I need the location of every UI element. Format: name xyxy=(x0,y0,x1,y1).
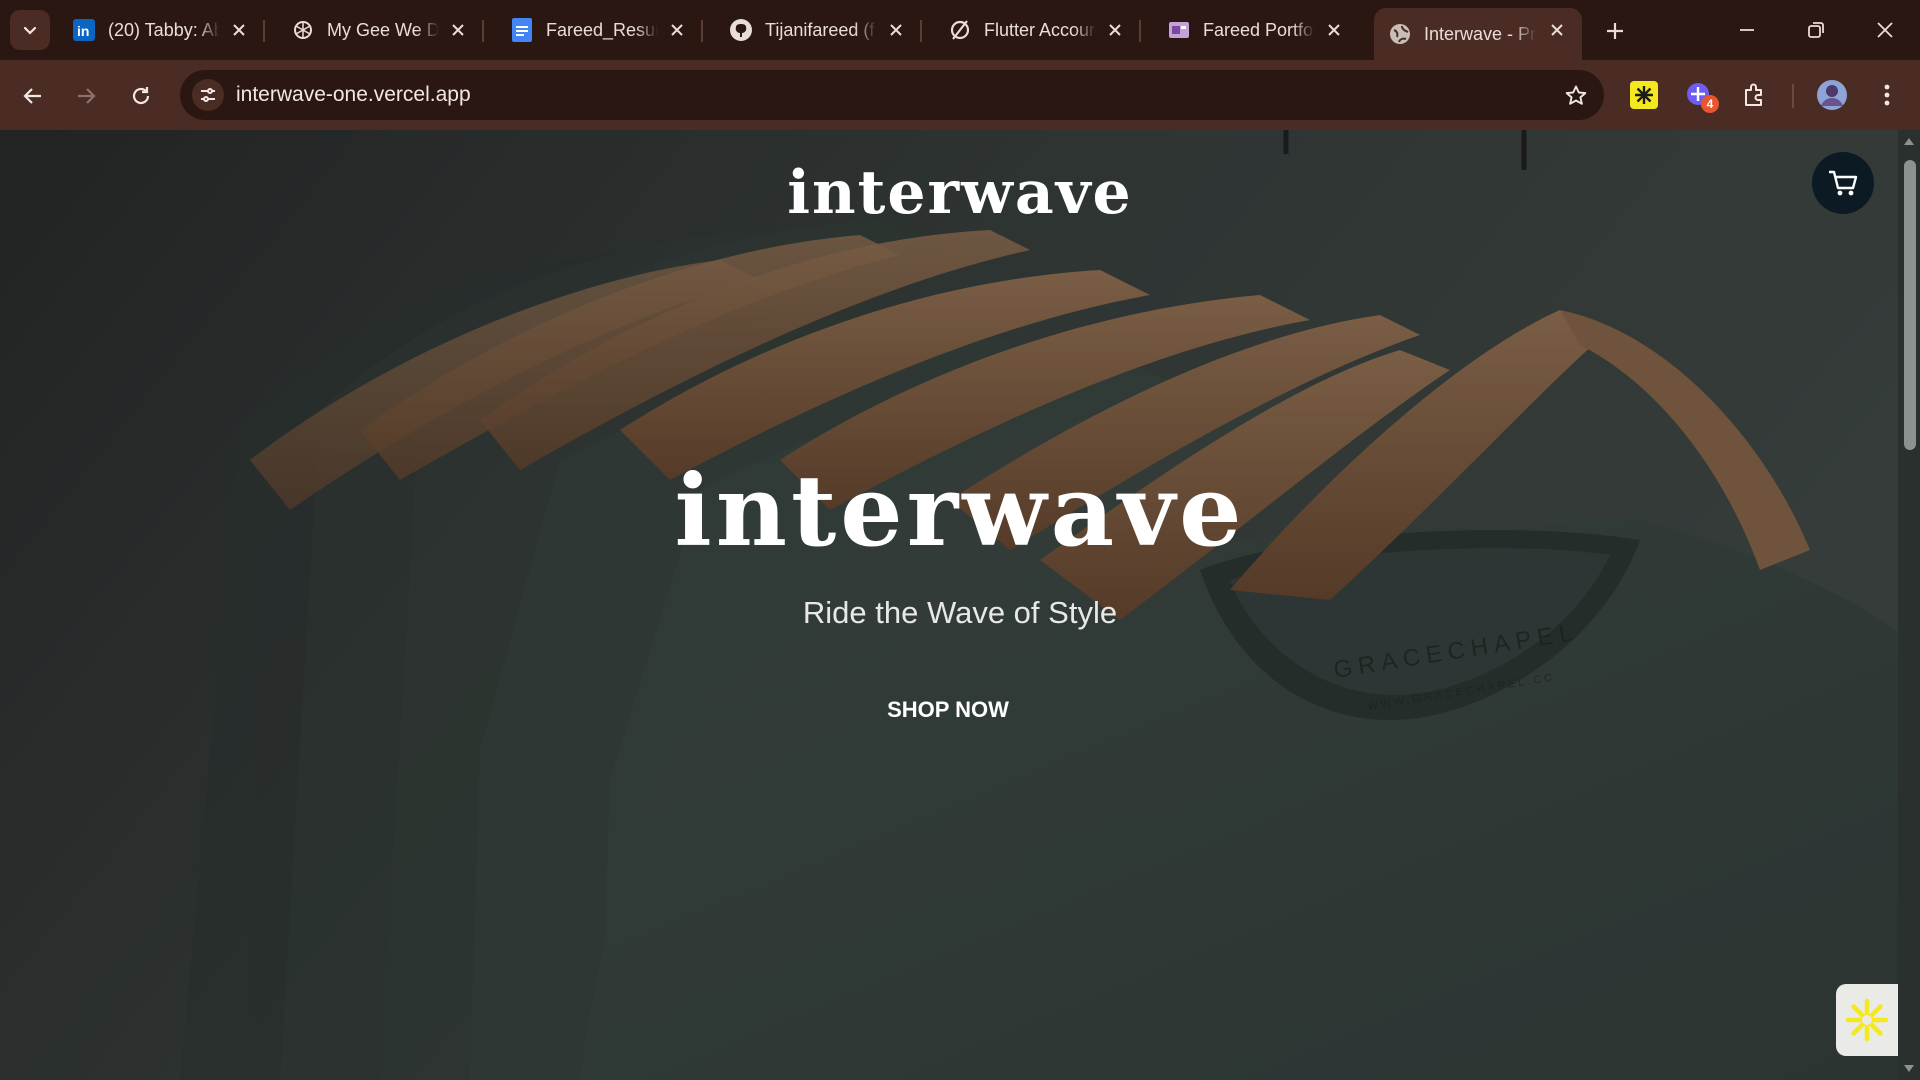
close-tab-icon[interactable] xyxy=(447,19,469,41)
close-tab-icon[interactable] xyxy=(1323,19,1345,41)
tab-docs[interactable]: Fareed_Resum xyxy=(496,8,703,52)
close-icon xyxy=(1877,22,1893,38)
tab-chatgpt[interactable]: My Gee We Do xyxy=(277,8,484,52)
new-tab-button[interactable] xyxy=(1598,14,1632,48)
hero-subtitle: Ride the Wave of Style xyxy=(802,595,1118,630)
extensions-button[interactable] xyxy=(1737,78,1771,112)
chevron-down-icon xyxy=(23,26,37,35)
puzzle-icon xyxy=(1745,83,1762,106)
bookmark-star-icon[interactable] xyxy=(1562,82,1590,110)
tab-title: Tijanifareed (f xyxy=(765,19,875,40)
sparkle-icon xyxy=(1845,998,1889,1042)
tab-title: Interwave - Pr xyxy=(1424,23,1536,44)
tab-title: My Gee We Do xyxy=(327,19,439,40)
tab-separator xyxy=(1139,20,1141,42)
portfolio-icon xyxy=(1167,18,1191,42)
svg-text:in: in xyxy=(77,23,89,39)
scroll-up-icon[interactable] xyxy=(1903,136,1915,146)
forward-button[interactable] xyxy=(68,78,104,114)
page-scrollbar[interactable] xyxy=(1898,130,1920,1080)
shop-now-button[interactable]: SHOP NOW xyxy=(868,688,1028,732)
toolbar-separator xyxy=(1792,84,1794,108)
restore-icon xyxy=(1808,22,1824,38)
avatar-icon xyxy=(1817,80,1847,110)
tab-portfolio[interactable]: Fareed Portfol xyxy=(1153,8,1359,52)
close-tab-icon[interactable] xyxy=(666,19,688,41)
tab-strip: in (20) Tabby: Ab My Gee We Do Fareed_Re… xyxy=(0,0,1920,60)
url-text[interactable]: interwave-one.vercel.app xyxy=(236,83,471,107)
tab-interwave[interactable]: Interwave - Pr xyxy=(1374,8,1582,60)
browser-menu-button[interactable] xyxy=(1870,78,1904,112)
arrow-right-icon xyxy=(78,88,96,104)
github-icon xyxy=(729,18,753,42)
more-vert-icon xyxy=(1884,84,1890,106)
assistant-button[interactable] xyxy=(1836,984,1898,1056)
tab-title: Fareed Portfol xyxy=(1203,19,1315,40)
hero-title: interwave xyxy=(674,454,1246,569)
web-page: GRACECHAPEL WWW.GRACECHAPEL.CC interwave… xyxy=(0,130,1920,1080)
minimize-icon xyxy=(1740,29,1754,31)
google-docs-icon xyxy=(510,18,534,42)
openai-icon xyxy=(291,18,315,42)
minimize-button[interactable] xyxy=(1724,10,1770,50)
browser-toolbar: interwave-one.vercel.app 4 xyxy=(0,60,1920,130)
tab-flutter[interactable]: Flutter Accour xyxy=(934,8,1141,52)
tab-search-button[interactable] xyxy=(10,10,50,50)
close-tab-icon[interactable] xyxy=(885,19,907,41)
close-tab-icon[interactable] xyxy=(1546,19,1568,41)
reload-icon xyxy=(132,87,150,105)
tab-title: (20) Tabby: Ab xyxy=(108,19,220,40)
arrow-left-icon xyxy=(23,88,41,104)
tab-separator xyxy=(482,20,484,42)
tab-separator xyxy=(263,20,265,42)
asterisk-extension-icon xyxy=(1630,81,1658,109)
extension-with-badge[interactable]: 4 xyxy=(1682,78,1719,113)
tab-linkedin[interactable]: in (20) Tabby: Ab xyxy=(58,8,265,52)
profile-avatar[interactable] xyxy=(1815,78,1849,112)
site-logo[interactable]: interwave xyxy=(0,158,1920,228)
tab-separator xyxy=(920,20,922,42)
reload-button[interactable] xyxy=(123,78,159,114)
cart-button[interactable] xyxy=(1812,152,1874,214)
site-info-button[interactable] xyxy=(192,79,224,111)
restore-button[interactable] xyxy=(1793,10,1839,50)
extension-perplexity[interactable] xyxy=(1627,78,1661,112)
globe-icon xyxy=(1388,22,1412,46)
tab-separator xyxy=(701,20,703,42)
linkedin-icon: in xyxy=(72,18,96,42)
tab-github[interactable]: Tijanifareed (f xyxy=(715,8,922,52)
tab-title: Fareed_Resum xyxy=(546,19,658,40)
tune-icon xyxy=(201,88,215,102)
scroll-down-icon[interactable] xyxy=(1903,1064,1915,1074)
close-tab-icon[interactable] xyxy=(1104,19,1126,41)
shopping-cart-icon xyxy=(1829,170,1858,196)
extension-badge: 4 xyxy=(1701,95,1719,113)
no-entry-icon xyxy=(948,18,972,42)
back-button[interactable] xyxy=(15,78,51,114)
address-bar[interactable]: interwave-one.vercel.app xyxy=(180,70,1604,120)
plus-icon xyxy=(1607,23,1623,39)
close-window-button[interactable] xyxy=(1862,10,1908,50)
close-tab-icon[interactable] xyxy=(228,19,250,41)
tab-title: Flutter Accour xyxy=(984,19,1096,40)
scrollbar-thumb[interactable] xyxy=(1904,160,1916,450)
